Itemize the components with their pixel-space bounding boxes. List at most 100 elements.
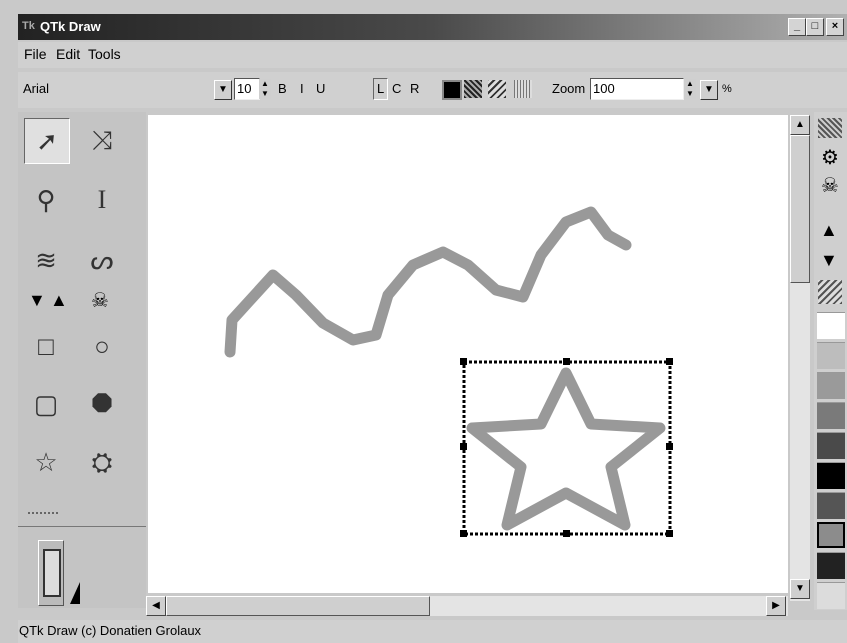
tool-rounded-rect[interactable]: ▢ (24, 382, 68, 426)
color-swatch[interactable] (817, 312, 845, 339)
tool-zoom-icon: ⚲ (36, 185, 56, 215)
title-bar: Tk QTk Draw _ □ × (18, 14, 847, 40)
tool-freehand-icon: ≋ (35, 245, 57, 275)
tool-text[interactable]: I (80, 178, 124, 222)
tool-octagon-icon: ⯃ (91, 389, 113, 419)
menu-tools[interactable]: Tools (88, 46, 121, 62)
selection-handle[interactable] (460, 358, 467, 365)
hatch-swatch-icon[interactable] (818, 280, 842, 304)
line-width-slider[interactable] (38, 540, 64, 606)
color-swatch[interactable] (817, 522, 845, 548)
vertical-scrollbar[interactable]: ▲ ▼ (790, 115, 810, 601)
selection-handle[interactable] (563, 530, 570, 537)
palette-wheel-icon[interactable]: ⚙ (818, 146, 842, 170)
horizontal-scrollbar[interactable]: ◀ ▶ (146, 596, 788, 616)
arrow-up-icon[interactable]: ▲ (50, 290, 68, 311)
tool-zoom[interactable]: ⚲ (24, 178, 68, 222)
italic-button[interactable]: I (300, 79, 304, 99)
color-swatch[interactable] (817, 342, 845, 369)
tool-freehand[interactable]: ≋ (24, 238, 68, 282)
pattern-swatch-icon[interactable] (818, 118, 842, 138)
tool-rounded-rect-icon: ▢ (33, 389, 59, 419)
tool-rectangle[interactable]: □ (24, 324, 68, 368)
drawing-canvas[interactable] (148, 115, 788, 593)
scroll-up-button[interactable]: ▲ (790, 115, 810, 135)
zoom-percent-label: % (722, 83, 732, 95)
skull-pattern-icon[interactable]: ☠ (80, 288, 120, 314)
color-swatch[interactable] (817, 582, 845, 609)
menu-bar: File Edit Tools (18, 42, 847, 68)
selection-handle[interactable] (666, 443, 673, 450)
tool-select-icon: ➚ (36, 126, 58, 156)
window-title: QTk Draw (40, 19, 101, 34)
tool-panel: ➚ ⤨ ⚲ I ≋ ᔕ ▼ ▲ ☠ □ ○ ▢ ⯃ ☆ ⛭ (18, 112, 146, 608)
minimize-button[interactable]: _ (788, 18, 806, 36)
menu-edit[interactable]: Edit (56, 46, 80, 62)
zoom-input[interactable]: 100 (590, 78, 684, 100)
color-swatch[interactable] (817, 462, 845, 489)
maximize-button[interactable]: □ (806, 18, 824, 36)
arrow-down-icon[interactable]: ▼ (28, 290, 46, 311)
bold-button[interactable]: B (278, 79, 287, 99)
font-size-spinner[interactable]: ▲ ▼ (259, 79, 271, 99)
align-left-button[interactable]: L (373, 78, 389, 100)
zoom-dropdown-button[interactable]: ▼ (700, 80, 718, 100)
app-icon: Tk (22, 20, 35, 32)
underline-button[interactable]: U (316, 79, 325, 99)
color-swatch[interactable] (817, 372, 845, 399)
selection-handle[interactable] (460, 530, 467, 537)
fill-hatch-pattern-icon[interactable] (488, 80, 506, 98)
font-size-value: 10 (237, 81, 252, 96)
tool-curve-icon: ᔕ (90, 245, 114, 275)
selection-handle[interactable] (563, 358, 570, 365)
line-width-wedge-icon (70, 582, 80, 604)
panel-divider (18, 526, 146, 527)
scroll-left-button[interactable]: ◀ (146, 596, 166, 616)
palette-down-icon[interactable]: ▼ (820, 250, 838, 271)
tool-rectangle-icon: □ (38, 331, 54, 361)
font-dropdown-button[interactable]: ▼ (214, 80, 232, 100)
fill-dense-pattern-icon[interactable] (464, 80, 482, 98)
color-swatch[interactable] (817, 492, 845, 519)
menu-file[interactable]: File (24, 46, 47, 62)
tool-node-edit-icon: ⤨ (91, 125, 113, 155)
zoom-value: 100 (593, 81, 615, 96)
font-size-input[interactable]: 10 (234, 78, 260, 100)
font-select[interactable]: Arial (20, 78, 232, 100)
tool-node-edit[interactable]: ⤨ (80, 118, 124, 162)
tool-image-icon: ⛭ (91, 447, 113, 477)
selection-handle[interactable] (666, 530, 673, 537)
selection-handle[interactable] (666, 358, 673, 365)
tool-curve[interactable]: ᔕ (80, 238, 124, 282)
vertical-scroll-thumb[interactable] (790, 135, 810, 283)
canvas-drawing (224, 206, 673, 537)
fill-solid-icon[interactable] (442, 80, 462, 100)
tool-select[interactable]: ➚ (24, 118, 70, 164)
palette-up-icon[interactable]: ▲ (820, 220, 838, 241)
freehand-stroke[interactable] (224, 206, 632, 358)
toolbar: Arial ▼ 10 ▲ ▼ B I U L C R Zoom 100 ▲ ▼ ▼ … (18, 72, 847, 108)
close-button[interactable]: × (826, 18, 844, 36)
tool-image[interactable]: ⛭ (80, 440, 124, 484)
tool-circle[interactable]: ○ (80, 324, 124, 368)
star-shape[interactable] (466, 367, 666, 531)
tool-circle-icon: ○ (94, 331, 110, 361)
palette-panel: ⚙ ☠ ▲ ▼ (814, 112, 847, 610)
selection-handle[interactable] (460, 443, 467, 450)
color-swatch[interactable] (817, 552, 845, 579)
status-bar: QTk Draw (c) Donatien Grolaux (18, 620, 847, 643)
slider-handle[interactable] (43, 549, 61, 597)
tool-star-icon: ☆ (34, 447, 58, 477)
align-right-button[interactable]: R (410, 79, 419, 99)
horizontal-scroll-thumb[interactable] (166, 596, 430, 616)
zoom-spinner[interactable]: ▲ ▼ (684, 79, 696, 99)
scroll-down-button[interactable]: ▼ (790, 579, 810, 599)
color-swatch[interactable] (817, 402, 845, 429)
skull-icon[interactable]: ☠ (818, 174, 842, 198)
tool-octagon[interactable]: ⯃ (80, 382, 124, 426)
scroll-right-button[interactable]: ▶ (766, 596, 786, 616)
tool-star[interactable]: ☆ (24, 440, 68, 484)
fill-light-pattern-icon[interactable] (514, 80, 532, 98)
color-swatch[interactable] (817, 432, 845, 459)
align-center-button[interactable]: C (392, 79, 401, 99)
